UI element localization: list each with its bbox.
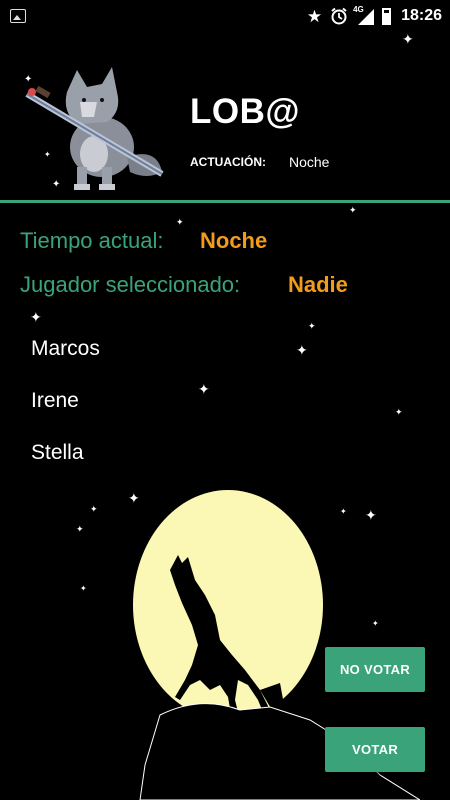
wolf-avatar-icon: ✦ ✦ ✦: [24, 67, 164, 190]
role-title: LOB@: [190, 92, 301, 131]
star-decoration: ✦: [30, 309, 42, 325]
star-decoration: ✦: [308, 321, 316, 331]
star-decoration: ✦: [349, 205, 357, 215]
svg-text:✦: ✦: [44, 150, 51, 159]
time-label: Tiempo actual:: [20, 228, 164, 253]
vote-button[interactable]: VOTAR: [325, 727, 425, 772]
player-item[interactable]: Marcos: [31, 337, 100, 361]
star-decoration: ✦: [90, 504, 98, 514]
time-value: Noche: [200, 228, 268, 253]
header: ✦ ✦ ✦ LOB@ ACTUACIÓN: Noche: [0, 32, 450, 200]
player-item[interactable]: Stella: [31, 441, 84, 465]
status-icons: ★ 4G 18:26: [307, 5, 442, 27]
no-vote-button[interactable]: NO VOTAR: [325, 647, 425, 692]
battery-icon: [382, 7, 392, 25]
divider: [0, 200, 450, 203]
player-item[interactable]: Irene: [31, 389, 79, 413]
star-decoration: ✦: [80, 584, 87, 593]
star-decoration: ✦: [76, 524, 84, 534]
status-bar: ★ 4G 18:26: [0, 0, 450, 32]
star-icon: ★: [306, 6, 323, 26]
image-icon: [10, 9, 26, 23]
star-decoration: ✦: [395, 407, 403, 417]
acting-value: Noche: [289, 154, 330, 170]
selected-player-value: Nadie: [288, 272, 348, 297]
clock: 18:26: [401, 7, 442, 24]
star-decoration: ✦: [296, 342, 308, 358]
star-decoration: ✦: [176, 217, 184, 227]
alarm-icon: [331, 7, 347, 25]
svg-text:✦: ✦: [52, 179, 60, 190]
signal-icon: 4G: [353, 5, 375, 25]
acting-label: ACTUACIÓN:: [190, 155, 266, 169]
selected-player-label: Jugador seleccionado:: [20, 272, 241, 297]
svg-text:✦: ✦: [24, 74, 32, 85]
star-decoration: ✦: [198, 381, 210, 397]
